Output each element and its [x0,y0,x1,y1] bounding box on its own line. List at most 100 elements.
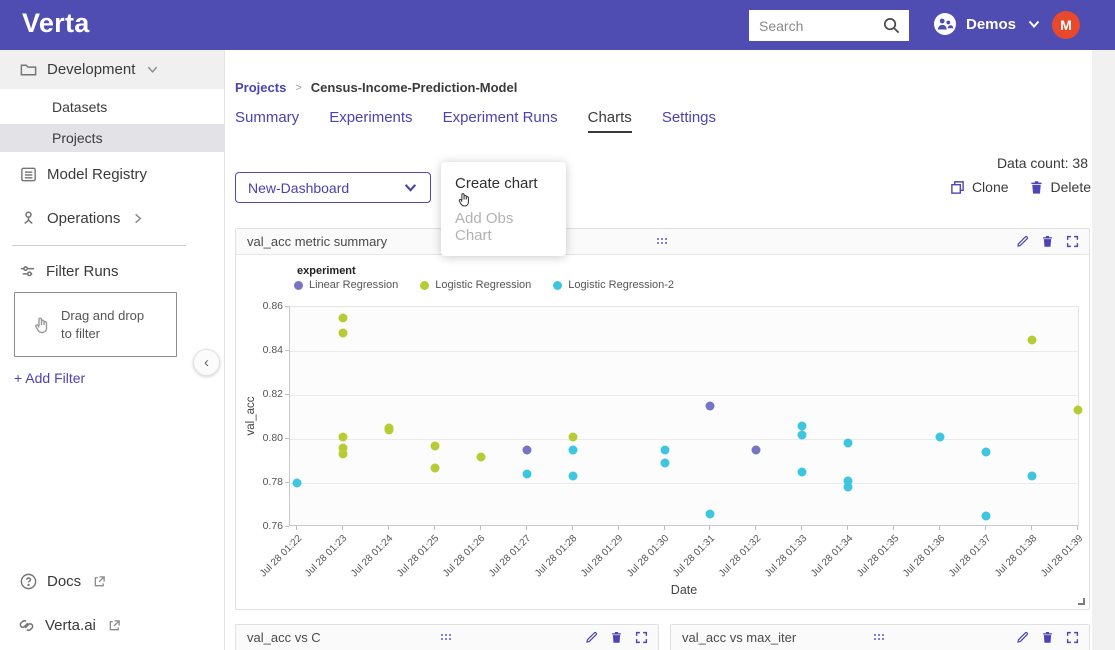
scroll-gutter[interactable] [1092,50,1115,650]
sidebar-item-projects[interactable]: Projects [0,124,224,152]
search-icon[interactable] [882,16,901,35]
data-point[interactable] [522,445,532,455]
sidebar-item-model-registry[interactable]: Model Registry [0,158,224,190]
data-point[interactable] [935,432,945,442]
drag-hand-icon [35,317,48,333]
data-point[interactable] [568,471,578,481]
data-point[interactable] [1027,471,1037,481]
chevron-right-icon [135,213,142,223]
data-point[interactable] [292,478,302,488]
edit-pencil-icon[interactable] [585,631,598,644]
expand-icon[interactable] [1066,235,1079,248]
y-tick-label: 0.86 [262,300,283,312]
search-box[interactable] [749,10,909,41]
data-point[interactable] [522,469,532,479]
data-point[interactable] [430,463,440,473]
tab-experiments[interactable]: Experiments [329,109,412,133]
x-tick-mark [663,526,665,530]
data-point[interactable] [338,432,348,442]
data-point[interactable] [843,482,853,492]
data-point[interactable] [843,438,853,448]
sidebar-item-docs[interactable]: Docs [0,567,224,595]
data-point[interactable] [981,511,991,521]
chevron-down-icon [1028,20,1040,28]
data-point[interactable] [338,328,348,338]
delete-chart-icon[interactable] [1041,235,1054,248]
data-point[interactable] [660,445,670,455]
link-icon [19,619,34,631]
data-point[interactable] [1027,335,1037,345]
sidebar-item-label: Operations [47,209,121,227]
delete-chart-icon[interactable] [610,631,623,644]
x-tick-mark [571,526,573,530]
drag-handle-icon[interactable] [656,237,669,246]
data-point[interactable] [797,421,807,431]
data-point[interactable] [430,441,440,451]
data-point[interactable] [705,401,715,411]
y-tick-mark [285,394,289,395]
sidebar-item-datasets[interactable]: Datasets [0,89,224,124]
data-point[interactable] [338,449,348,459]
user-avatar[interactable]: M [1052,11,1080,39]
legend-item[interactable]: Logistic Regression [420,279,531,291]
chart-panel-header: val_acc vs C [236,625,658,650]
edit-pencil-icon[interactable] [1016,631,1029,644]
tab-settings[interactable]: Settings [662,109,716,133]
legend-dot [420,280,430,290]
data-point[interactable] [705,509,715,519]
sidebar-collapse-button[interactable]: ‹ [193,349,220,376]
dropzone-line2: to filter [61,325,101,341]
data-point[interactable] [981,447,991,457]
edit-pencil-icon[interactable] [1016,235,1029,248]
avatar-initial: M [1060,17,1072,33]
sidebar-item-operations[interactable]: Operations [0,202,224,234]
chart-title: val_acc vs max_iter [682,630,797,645]
expand-icon[interactable] [1066,631,1079,644]
registry-icon [21,167,36,181]
data-point[interactable] [568,445,578,455]
expand-icon[interactable] [635,631,648,644]
drag-handle-icon[interactable] [441,633,453,642]
clone-button[interactable]: Clone [950,179,1009,195]
data-point[interactable] [568,432,578,442]
y-tick-mark [285,482,289,483]
drag-handle-icon[interactable] [874,633,886,642]
data-point[interactable] [751,445,761,455]
tab-charts[interactable]: Charts [587,109,632,133]
add-filter-link[interactable]: + Add Filter [14,370,85,386]
data-point[interactable] [384,425,394,435]
sidebar-item-label: Datasets [52,98,108,115]
data-point[interactable] [797,467,807,477]
chevron-down-icon [404,184,417,192]
chart-panel-header: val_acc vs max_iter [671,625,1089,650]
legend-items: Linear Regression Logistic Regression Logi… [294,279,674,291]
project-tabs: Summary Experiments Experiment Runs Char… [235,109,716,133]
data-point[interactable] [338,313,348,323]
organization-icon [934,13,956,35]
legend-item[interactable]: Logistic Regression-2 [553,279,674,291]
legend-item[interactable]: Linear Regression [294,279,398,291]
sidebar-item-development[interactable]: Development [0,50,224,89]
x-axis-labels: Jul 28 01:22 Jul 28 01:23 Jul 28 01:24 Jul … [257,526,1085,586]
sidebar-item-verta-ai[interactable]: Verta.ai [0,611,224,639]
delete-button[interactable]: Delete [1029,179,1091,195]
data-point[interactable] [1073,405,1083,415]
data-point[interactable] [660,458,670,468]
tab-summary[interactable]: Summary [235,109,299,133]
sidebar-item-label: Development [47,61,136,78]
tab-experiment-runs[interactable]: Experiment Runs [443,109,558,133]
dashboard-select[interactable]: New-Dashboard [235,172,431,203]
x-tick-mark [755,526,757,530]
filter-dropzone[interactable]: Drag and drop to filter [14,292,177,357]
data-point[interactable] [476,452,486,462]
panel-resize-handle[interactable] [1078,598,1085,605]
data-count: Data count: 38 [996,155,1088,171]
workspace-selector[interactable]: Demos [933,12,1041,36]
data-point[interactable] [797,430,807,440]
docs-label: Docs [47,572,82,590]
x-tick-mark [893,526,895,530]
legend-dot [553,280,563,290]
breadcrumb-projects-link[interactable]: Projects [235,80,286,95]
sidebar: Development Datasets Projects Model Regi… [0,50,225,650]
delete-chart-icon[interactable] [1041,631,1054,644]
